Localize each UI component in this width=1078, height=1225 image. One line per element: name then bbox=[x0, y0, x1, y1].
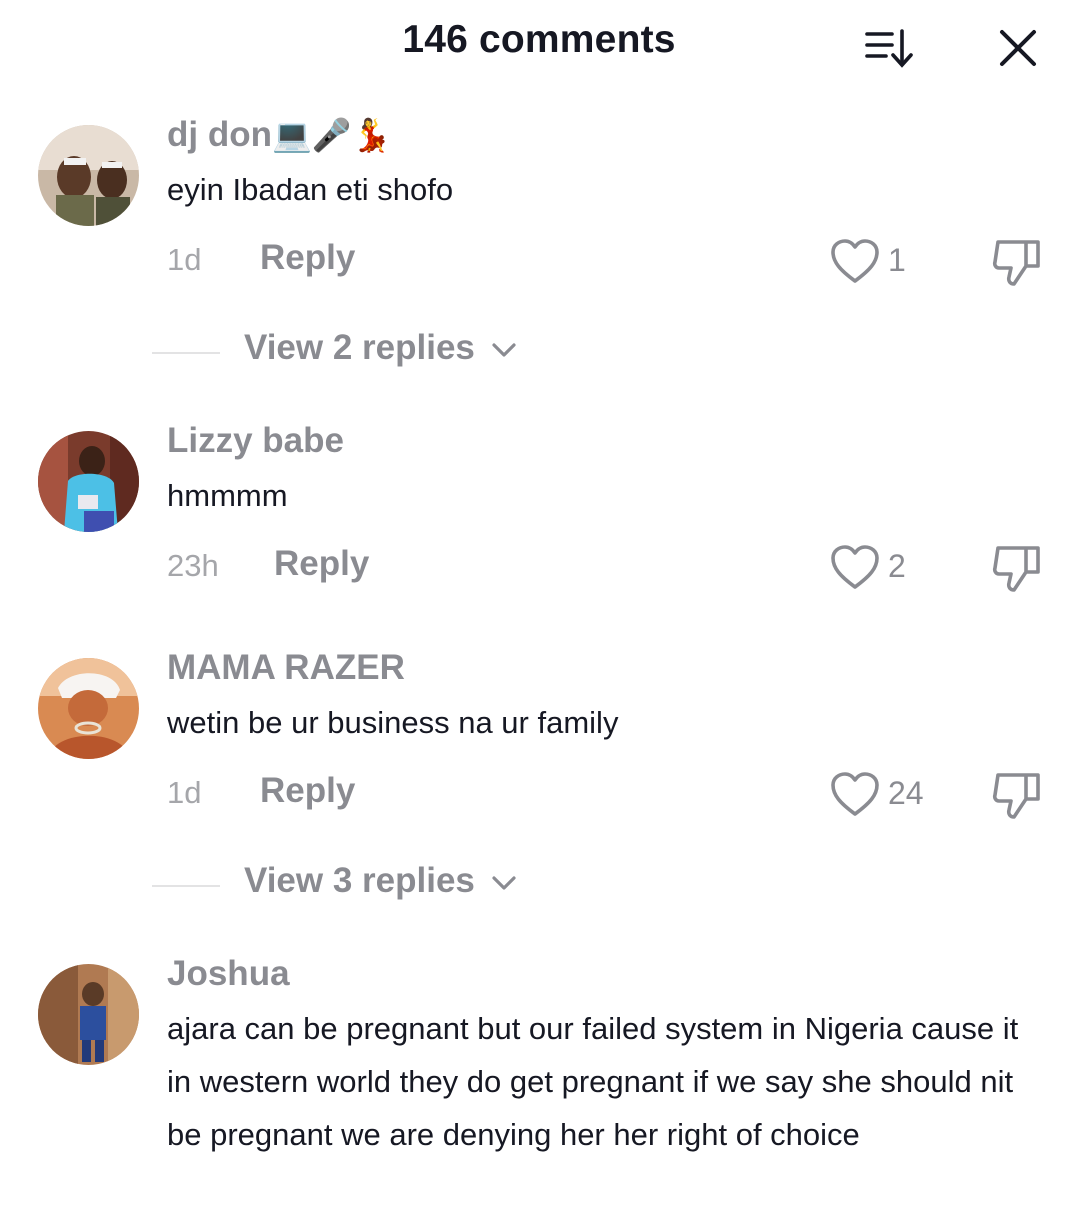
divider bbox=[152, 885, 220, 887]
view-replies-button[interactable]: View 2 replies bbox=[244, 328, 517, 368]
divider bbox=[152, 352, 220, 354]
comment-text: wetin be ur business na ur family bbox=[167, 705, 619, 740]
close-icon bbox=[1000, 30, 1036, 66]
like-button[interactable]: 1 bbox=[830, 238, 940, 288]
comment-username[interactable]: dj don💻🎤💃 bbox=[167, 115, 392, 155]
comments-header: 146 comments bbox=[0, 0, 1078, 90]
comment-text: ajara can be pregnant but our failed sys… bbox=[167, 1011, 1019, 1152]
avatar-image bbox=[38, 431, 139, 532]
comment-username[interactable]: MAMA RAZER bbox=[167, 648, 405, 688]
comment-timestamp: 1d bbox=[167, 242, 202, 277]
avatar-image bbox=[38, 964, 139, 1065]
heart-icon bbox=[831, 772, 879, 816]
reply-button[interactable]: Reply bbox=[260, 238, 355, 278]
view-replies-row: View 3 replies bbox=[0, 861, 1078, 911]
comment-timestamp: 1d bbox=[167, 775, 202, 810]
thumbs-down-icon bbox=[992, 773, 1040, 819]
comments-count-title: 146 comments bbox=[402, 18, 676, 61]
comment-username[interactable]: Joshua bbox=[167, 954, 290, 994]
dislike-button[interactable] bbox=[990, 236, 1046, 290]
avatar[interactable] bbox=[38, 964, 139, 1065]
dislike-button[interactable] bbox=[990, 769, 1046, 823]
like-count: 1 bbox=[888, 242, 906, 278]
avatar[interactable] bbox=[38, 658, 139, 759]
heart-icon bbox=[831, 545, 879, 589]
like-count: 24 bbox=[888, 775, 924, 811]
thumbs-down-icon bbox=[992, 240, 1040, 286]
reply-button[interactable]: Reply bbox=[260, 771, 355, 811]
heart-icon bbox=[831, 239, 879, 283]
sort-button[interactable] bbox=[862, 24, 916, 72]
comment-text: hmmmm bbox=[167, 478, 288, 513]
thumbs-down-icon bbox=[992, 546, 1040, 592]
like-count: 2 bbox=[888, 548, 906, 584]
avatar[interactable] bbox=[38, 125, 139, 226]
comment-username[interactable]: Lizzy babe bbox=[167, 421, 344, 461]
avatar-image bbox=[38, 125, 139, 226]
like-button[interactable]: 24 bbox=[830, 771, 940, 821]
comment-timestamp: 23h bbox=[167, 548, 219, 583]
chevron-down-icon bbox=[492, 876, 516, 890]
comment-text: eyin Ibadan eti shofo bbox=[167, 172, 454, 207]
like-button[interactable]: 2 bbox=[830, 544, 940, 594]
view-replies-button[interactable]: View 3 replies bbox=[244, 861, 517, 901]
avatar-image bbox=[38, 658, 139, 759]
dislike-button[interactable] bbox=[990, 542, 1046, 596]
username-emoji: 💻🎤💃 bbox=[271, 116, 392, 154]
chevron-down-icon bbox=[492, 343, 516, 357]
avatar[interactable] bbox=[38, 431, 139, 532]
sort-down-icon bbox=[865, 29, 913, 68]
close-button[interactable] bbox=[994, 24, 1042, 72]
reply-button[interactable]: Reply bbox=[274, 544, 369, 584]
view-replies-row: View 2 replies bbox=[0, 328, 1078, 378]
